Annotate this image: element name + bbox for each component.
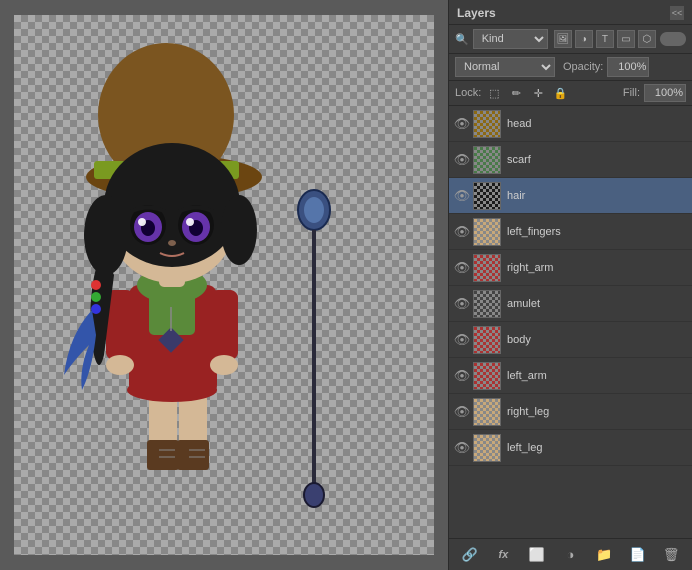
type-filter-icon[interactable]: T <box>596 30 614 48</box>
link-layers-button[interactable]: 🔗 <box>459 544 481 566</box>
add-mask-button[interactable]: ⬜ <box>526 544 548 566</box>
blend-mode-row: Normal Opacity: <box>449 54 692 81</box>
layer-thumbnail <box>473 362 501 390</box>
filter-toggle[interactable] <box>660 32 686 46</box>
new-layer-button[interactable]: 📄 <box>627 544 649 566</box>
lock-all-icon[interactable]: 🔒 <box>551 84 569 102</box>
add-adjustment-button[interactable]: ◑ <box>559 544 581 566</box>
layer-thumbnail <box>473 146 501 174</box>
layer-thumbnail <box>473 398 501 426</box>
layer-item[interactable]: 👁 left_arm <box>449 358 692 394</box>
canvas-checkerboard <box>14 15 434 555</box>
lock-transparent-icon[interactable]: ⬚ <box>485 84 503 102</box>
layer-thumbnail <box>473 434 501 462</box>
layer-visibility-toggle[interactable]: 👁 <box>453 403 471 421</box>
filter-icons: 🖼 ◑ T ▭ ⬡ <box>554 30 656 48</box>
character-illustration <box>14 15 434 555</box>
panel-title: Layers <box>457 6 496 20</box>
lock-row: Lock: ⬚ ✏ ✛ 🔒 Fill: <box>449 81 692 106</box>
layer-item[interactable]: 👁 body <box>449 322 692 358</box>
layer-thumbnail <box>473 254 501 282</box>
panel-controls: << <box>670 6 684 20</box>
blend-mode-select[interactable]: Normal <box>455 57 555 77</box>
layer-visibility-toggle[interactable]: 👁 <box>453 187 471 205</box>
layer-thumbnail <box>473 326 501 354</box>
layer-visibility-toggle[interactable]: 👁 <box>453 367 471 385</box>
search-icon: 🔍 <box>455 33 469 46</box>
layer-thumbnail <box>473 110 501 138</box>
panel-footer: 🔗 fx ⬜ ◑ 📁 📄 🗑 <box>449 538 692 570</box>
layer-thumbnail <box>473 290 501 318</box>
layer-name: scarf <box>507 154 688 166</box>
fill-label: Fill: <box>623 87 640 99</box>
layer-name: left_leg <box>507 442 688 454</box>
smart-filter-icon[interactable]: ⬡ <box>638 30 656 48</box>
layer-item[interactable]: 👁 head <box>449 106 692 142</box>
delete-layer-button[interactable]: 🗑 <box>660 544 682 566</box>
layer-visibility-toggle[interactable]: 👁 <box>453 259 471 277</box>
lock-position-icon[interactable]: ✛ <box>529 84 547 102</box>
layer-name: head <box>507 118 688 130</box>
layer-name: hair <box>507 190 688 202</box>
layer-visibility-toggle[interactable]: 👁 <box>453 331 471 349</box>
layer-name: right_arm <box>507 262 688 274</box>
fill-input[interactable] <box>644 84 686 102</box>
layer-item[interactable]: 👁 right_leg <box>449 394 692 430</box>
opacity-input[interactable] <box>607 57 649 77</box>
canvas-area <box>0 0 448 570</box>
layer-name: amulet <box>507 298 688 310</box>
layer-thumbnail <box>473 218 501 246</box>
layer-item[interactable]: 👁 amulet <box>449 286 692 322</box>
lock-label: Lock: <box>455 87 481 99</box>
opacity-label: Opacity: <box>563 61 603 73</box>
panel-header: Layers << <box>449 0 692 25</box>
layer-item[interactable]: 👁 hair <box>449 178 692 214</box>
layers-list: 👁head👁scarf👁hair👁left_fingers👁right_arm👁… <box>449 106 692 538</box>
kind-filter-select[interactable]: Kind <box>473 29 548 49</box>
layer-name: right_leg <box>507 406 688 418</box>
layer-visibility-toggle[interactable]: 👁 <box>453 151 471 169</box>
adjust-filter-icon[interactable]: ◑ <box>575 30 593 48</box>
kind-filter-row: 🔍 Kind 🖼 ◑ T ▭ ⬡ <box>449 25 692 54</box>
layer-item[interactable]: 👁 scarf <box>449 142 692 178</box>
layer-visibility-toggle[interactable]: 👁 <box>453 223 471 241</box>
new-group-button[interactable]: 📁 <box>593 544 615 566</box>
layer-item[interactable]: 👁 right_arm <box>449 250 692 286</box>
layer-visibility-toggle[interactable]: 👁 <box>453 295 471 313</box>
panel-collapse-button[interactable]: << <box>670 6 684 20</box>
layer-name: left_fingers <box>507 226 688 238</box>
image-filter-icon[interactable]: 🖼 <box>554 30 572 48</box>
shape-filter-icon[interactable]: ▭ <box>617 30 635 48</box>
layer-item[interactable]: 👁 left_fingers <box>449 214 692 250</box>
layer-name: left_arm <box>507 370 688 382</box>
layer-name: body <box>507 334 688 346</box>
layer-item[interactable]: 👁 left_leg <box>449 430 692 466</box>
fx-button[interactable]: fx <box>492 544 514 566</box>
lock-pixels-icon[interactable]: ✏ <box>507 84 525 102</box>
layer-visibility-toggle[interactable]: 👁 <box>453 115 471 133</box>
layers-panel: Layers << 🔍 Kind 🖼 ◑ T ▭ ⬡ Normal Opacit… <box>448 0 692 570</box>
layer-visibility-toggle[interactable]: 👁 <box>453 439 471 457</box>
layer-thumbnail <box>473 182 501 210</box>
